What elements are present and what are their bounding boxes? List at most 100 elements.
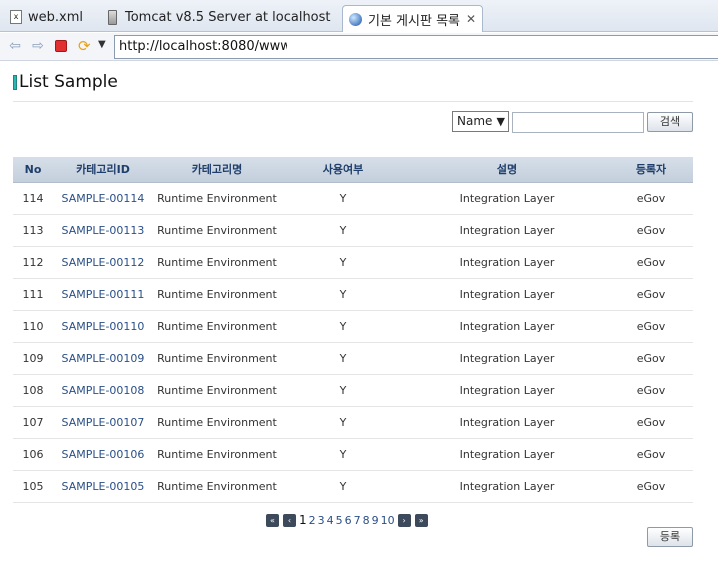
stop-icon[interactable] xyxy=(55,40,67,52)
cell-description: Integration Layer xyxy=(459,480,555,493)
xml-file-icon: x xyxy=(10,10,22,24)
cell-category-id-link[interactable]: SAMPLE-00114 xyxy=(53,183,153,214)
cell-category-name: Runtime Environment xyxy=(157,192,277,205)
back-arrow-icon[interactable]: ⇦ xyxy=(7,38,23,54)
cell-use-yn: Y xyxy=(339,352,347,365)
tab-label: web.xml xyxy=(28,9,83,25)
url-redaction xyxy=(287,37,377,57)
cell-category-name: Runtime Environment xyxy=(157,224,277,237)
url-field[interactable]: http://localhost:8080/www_ _co_kr/ xyxy=(114,35,718,59)
cell-category-name: Runtime Environment xyxy=(157,288,277,301)
search-button[interactable]: 검색 xyxy=(647,112,693,132)
cell-category-name: Runtime Environment xyxy=(157,480,277,493)
cell-register-user: eGov xyxy=(636,480,666,493)
page-link[interactable]: 2 xyxy=(309,514,316,527)
page-link[interactable]: 3 xyxy=(318,514,325,527)
cell-category-name: Runtime Environment xyxy=(157,416,277,429)
first-page-icon[interactable]: « xyxy=(266,513,279,527)
cell-description: Integration Layer xyxy=(459,416,555,429)
cell-category-id-link[interactable]: SAMPLE-00105 xyxy=(53,471,153,502)
cell-no: 110 xyxy=(22,320,44,333)
cell-register-user: eGov xyxy=(636,384,666,397)
cell-category-id-link[interactable]: SAMPLE-00108 xyxy=(53,375,153,406)
table-row: 114 SAMPLE-00114 Runtime Environment Y I… xyxy=(13,183,693,215)
cell-no: 105 xyxy=(22,480,44,493)
cell-use-yn: Y xyxy=(339,224,347,237)
table-row: 112 SAMPLE-00112 Runtime Environment Y I… xyxy=(13,247,693,279)
search-condition-select[interactable]: Name ▼ xyxy=(452,111,509,132)
cell-register-user: eGov xyxy=(636,288,666,301)
search-input[interactable] xyxy=(512,112,644,133)
cell-category-id-link[interactable]: SAMPLE-00109 xyxy=(53,343,153,374)
cell-category-id-link[interactable]: SAMPLE-00106 xyxy=(53,439,153,470)
page-link[interactable]: 8 xyxy=(363,514,370,527)
cell-register-user: eGov xyxy=(636,192,666,205)
next-page-icon[interactable]: › xyxy=(397,513,411,527)
cell-description: Integration Layer xyxy=(459,384,555,397)
cell-no: 108 xyxy=(22,384,44,397)
cell-description: Integration Layer xyxy=(459,352,555,365)
tab-label: 기본 게시판 목록 xyxy=(368,13,460,29)
column-header-use-yn: 사용여부 xyxy=(322,163,364,176)
cell-category-id-link[interactable]: SAMPLE-00112 xyxy=(53,247,153,278)
tab-board-list[interactable]: 기본 게시판 목록 ✕ xyxy=(342,5,484,32)
cell-category-id-link[interactable]: SAMPLE-00113 xyxy=(53,215,153,246)
cell-description: Integration Layer xyxy=(459,256,555,269)
cell-category-id-link[interactable]: SAMPLE-00111 xyxy=(53,279,153,310)
table-row: 105 SAMPLE-00105 Runtime Environment Y I… xyxy=(13,471,693,503)
column-header-no: No xyxy=(24,163,42,176)
cell-category-id-link[interactable]: SAMPLE-00110 xyxy=(53,311,153,342)
table-row: 113 SAMPLE-00113 Runtime Environment Y I… xyxy=(13,215,693,247)
page-title-text: List Sample xyxy=(19,72,118,92)
tab-tomcat-server[interactable]: Tomcat v8.5 Server at localhost xyxy=(102,4,337,30)
page-link-current: 1 xyxy=(299,513,307,527)
last-page-icon[interactable]: » xyxy=(414,513,428,527)
page-link[interactable]: 7 xyxy=(354,514,361,527)
cell-category-name: Runtime Environment xyxy=(157,352,277,365)
column-header-category-name: 카테고리명 xyxy=(191,163,243,176)
tab-label: Tomcat v8.5 Server at localhost xyxy=(125,9,331,25)
chevron-down-icon[interactable]: ▼ xyxy=(98,39,106,50)
refresh-icon[interactable]: ⟳ xyxy=(78,37,91,55)
table-row: 108 SAMPLE-00108 Runtime Environment Y I… xyxy=(13,375,693,407)
prev-page-icon[interactable]: ‹ xyxy=(283,513,296,527)
page-link[interactable]: 5 xyxy=(336,514,343,527)
cell-description: Integration Layer xyxy=(459,320,555,333)
table-row: 111 SAMPLE-00111 Runtime Environment Y I… xyxy=(13,279,693,311)
page-link[interactable]: 9 xyxy=(372,514,379,527)
cell-no: 114 xyxy=(22,192,44,205)
cell-register-user: eGov xyxy=(636,352,666,365)
pagination: « ‹ 1 2 3 4 5 6 7 8 9 10 › » xyxy=(264,512,430,528)
cell-description: Integration Layer xyxy=(459,288,555,301)
globe-icon xyxy=(349,12,362,26)
table-header: No 카테고리ID 카테고리명 사용여부 설명 등록자 xyxy=(13,157,693,183)
search-select-value: Name xyxy=(457,114,493,128)
tab-web-xml[interactable]: x web.xml xyxy=(4,4,89,30)
cell-no: 112 xyxy=(22,256,44,269)
register-button[interactable]: 등록 xyxy=(647,527,693,547)
cell-register-user: eGov xyxy=(636,448,666,461)
cell-category-name: Runtime Environment xyxy=(157,448,277,461)
table-row: 110 SAMPLE-00110 Runtime Environment Y I… xyxy=(13,311,693,343)
page-link[interactable]: 4 xyxy=(327,514,334,527)
cell-register-user: eGov xyxy=(636,320,666,333)
cell-no: 106 xyxy=(22,448,44,461)
page-link[interactable]: 10 xyxy=(381,514,395,527)
cell-use-yn: Y xyxy=(339,288,347,301)
cell-register-user: eGov xyxy=(636,224,666,237)
close-icon[interactable]: ✕ xyxy=(466,12,476,26)
cell-no: 113 xyxy=(22,224,44,237)
cell-use-yn: Y xyxy=(339,192,347,205)
forward-arrow-icon[interactable]: ⇨ xyxy=(30,38,46,54)
cell-no: 109 xyxy=(22,352,44,365)
cell-no: 107 xyxy=(22,416,44,429)
page-link[interactable]: 6 xyxy=(345,514,352,527)
table-row: 109 SAMPLE-00109 Runtime Environment Y I… xyxy=(13,343,693,375)
chevron-down-icon: ▼ xyxy=(496,115,505,128)
cell-use-yn: Y xyxy=(339,416,347,429)
title-divider xyxy=(13,101,693,102)
cell-category-id-link[interactable]: SAMPLE-00107 xyxy=(53,407,153,438)
cell-use-yn: Y xyxy=(339,384,347,397)
cell-category-name: Runtime Environment xyxy=(157,384,277,397)
cell-category-name: Runtime Environment xyxy=(157,320,277,333)
